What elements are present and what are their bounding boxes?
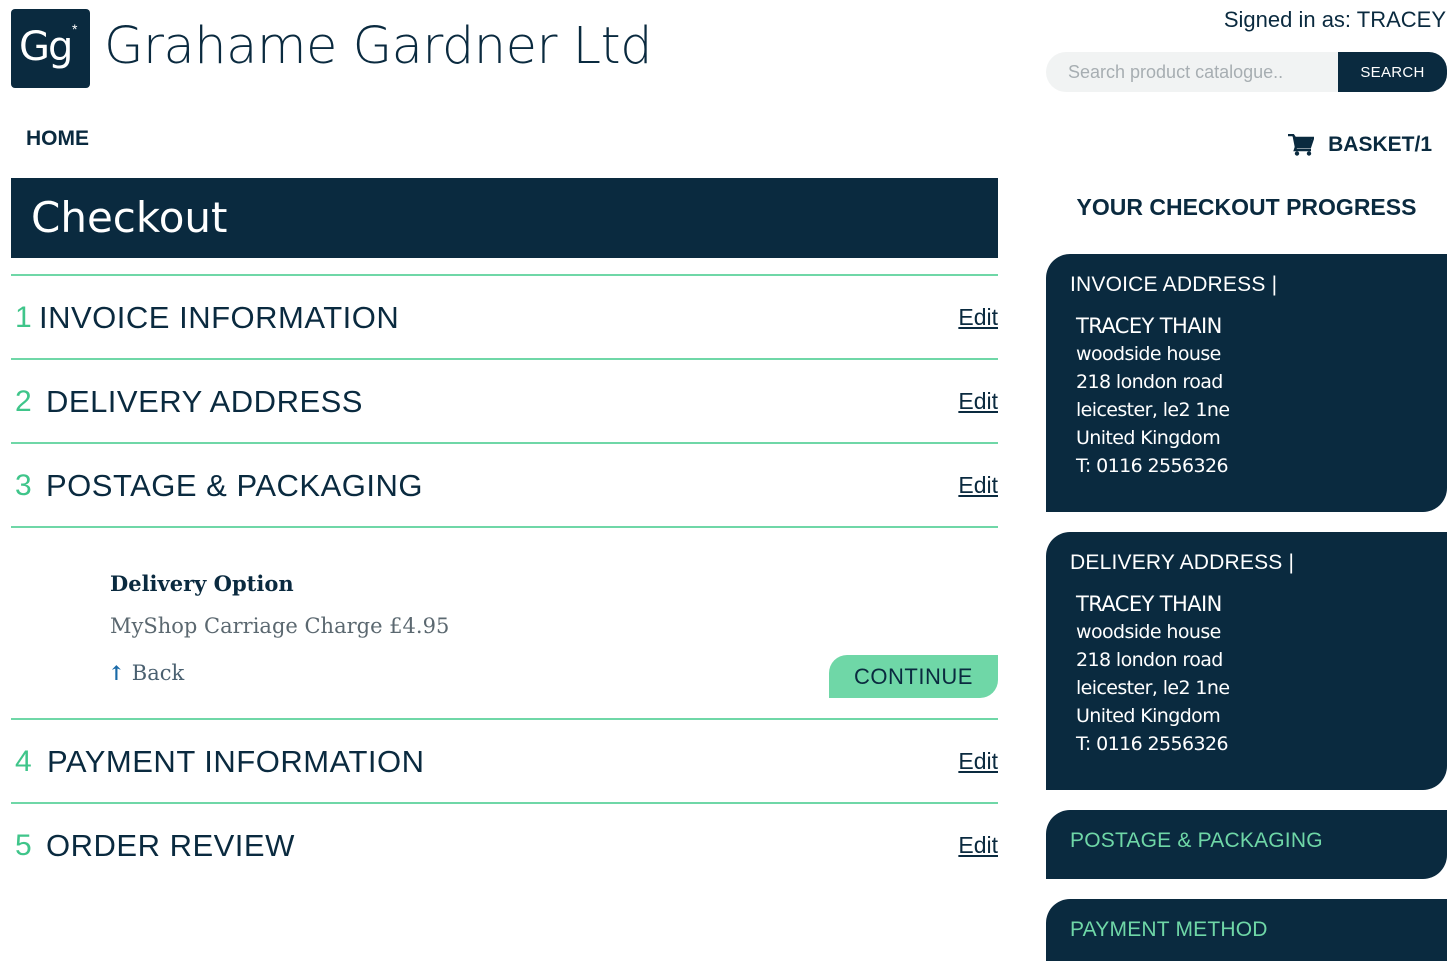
- step-number: 1: [15, 301, 32, 334]
- step-postage-packaging: 3 POSTAGE & PACKAGING Edit: [11, 442, 998, 526]
- edit-delivery-link[interactable]: Edit: [958, 386, 998, 416]
- checkout-header: Checkout: [11, 178, 998, 258]
- arrow-up-icon: ↑: [108, 661, 125, 685]
- back-link[interactable]: ↑ Back: [108, 659, 184, 687]
- address-name: TRACEY THAIN: [1076, 314, 1222, 338]
- nav-home-link[interactable]: HOME: [26, 125, 89, 153]
- address-name: TRACEY THAIN: [1076, 592, 1222, 616]
- step-title: INVOICE INFORMATION: [39, 300, 400, 335]
- card-heading: INVOICE ADDRESS |: [1070, 273, 1278, 296]
- step-invoice-information: 1 INVOICE INFORMATION Edit: [11, 274, 998, 358]
- signed-in-status: Signed in as: TRACEY: [1223, 7, 1446, 32]
- card-heading: POSTAGE & PACKAGING: [1070, 829, 1323, 852]
- logo-mark: *: [72, 21, 78, 37]
- logo-text: Gg: [19, 24, 73, 70]
- invoice-address-card: INVOICE ADDRESS | TRACEY THAIN woodside …: [1046, 254, 1447, 512]
- step-number: 5: [15, 829, 32, 862]
- edit-order-review-link[interactable]: Edit: [958, 830, 998, 860]
- address-line: woodside house: [1076, 343, 1221, 365]
- basket-label: BASKET/1: [1328, 133, 1432, 156]
- brand-name[interactable]: Grahame Gardner Ltd: [104, 14, 652, 80]
- edit-payment-link[interactable]: Edit: [958, 746, 998, 776]
- continue-button[interactable]: CONTINUE: [829, 655, 998, 698]
- delivery-option-label: Delivery Option: [110, 571, 294, 596]
- edit-invoice-link[interactable]: Edit: [958, 302, 998, 332]
- step-title: PAYMENT INFORMATION: [47, 744, 425, 779]
- address-phone: T: 0116 2556326: [1076, 733, 1229, 755]
- address-line: woodside house: [1076, 621, 1221, 643]
- logo[interactable]: Gg *: [11, 9, 90, 88]
- step-payment-information: 4 PAYMENT INFORMATION Edit: [11, 718, 998, 802]
- step-number: 3: [15, 469, 32, 502]
- step-number: 2: [15, 385, 32, 418]
- step-order-review: 5 ORDER REVIEW Edit: [11, 802, 998, 886]
- step-title: DELIVERY ADDRESS: [46, 384, 363, 419]
- cart-icon: [1288, 134, 1315, 156]
- address-phone: T: 0116 2556326: [1076, 455, 1229, 477]
- checkout-progress-title: YOUR CHECKOUT PROGRESS: [1076, 194, 1417, 220]
- postage-progress-card: POSTAGE & PACKAGING: [1046, 810, 1447, 879]
- step-title: POSTAGE & PACKAGING: [46, 468, 423, 503]
- search-bar: SEARCH: [1046, 52, 1447, 92]
- basket-link[interactable]: BASKET/1: [1288, 131, 1432, 159]
- invoice-address: TRACEY THAIN woodside house 218 london r…: [1076, 312, 1230, 480]
- address-line: United Kingdom: [1076, 705, 1221, 727]
- address-line: leicester, le2 1ne: [1076, 399, 1230, 421]
- search-button[interactable]: SEARCH: [1338, 52, 1447, 92]
- edit-postage-link[interactable]: Edit: [958, 470, 998, 500]
- card-heading: PAYMENT METHOD: [1070, 918, 1268, 941]
- card-heading: DELIVERY ADDRESS |: [1070, 551, 1295, 574]
- delivery-address: TRACEY THAIN woodside house 218 london r…: [1076, 590, 1230, 758]
- delivery-option-value[interactable]: MyShop Carriage Charge £4.95: [110, 612, 449, 640]
- address-line: United Kingdom: [1076, 427, 1221, 449]
- page-title: Checkout: [31, 193, 228, 242]
- back-label: Back: [131, 661, 185, 685]
- divider: [11, 526, 998, 528]
- payment-progress-card: PAYMENT METHOD: [1046, 899, 1447, 961]
- delivery-address-card: DELIVERY ADDRESS | TRACEY THAIN woodside…: [1046, 532, 1447, 790]
- address-line: leicester, le2 1ne: [1076, 677, 1230, 699]
- step-number: 4: [15, 745, 32, 778]
- step-delivery-address: 2 DELIVERY ADDRESS Edit: [11, 358, 998, 442]
- step-title: ORDER REVIEW: [46, 828, 295, 863]
- address-line: 218 london road: [1076, 371, 1223, 393]
- search-input[interactable]: [1046, 52, 1338, 92]
- address-line: 218 london road: [1076, 649, 1223, 671]
